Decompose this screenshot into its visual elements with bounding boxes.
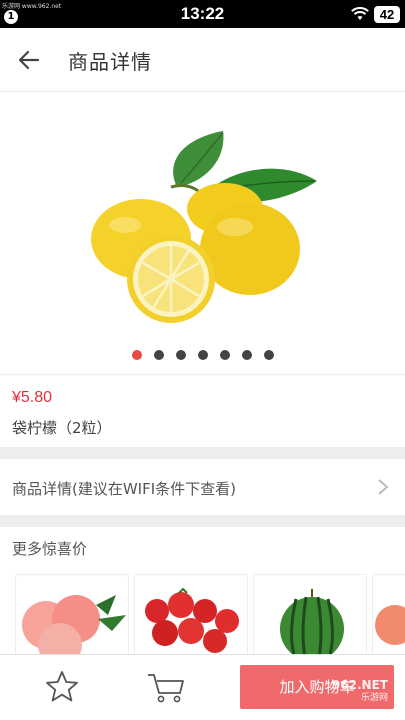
apple-image <box>375 605 405 645</box>
watermelon-image <box>280 589 344 654</box>
carousel-dot-5[interactable] <box>219 350 230 360</box>
recommendation-card-apple[interactable] <box>372 574 405 654</box>
product-gallery[interactable] <box>0 93 405 375</box>
recommendations-title: 更多惊喜价 <box>12 540 88 558</box>
product-price: ¥5.80 <box>12 389 53 406</box>
battery-indicator: 42 <box>374 6 400 23</box>
carousel-dot-4[interactable] <box>197 350 208 360</box>
bottom-action-bar: 加入购物车 962.NET 乐游网 <box>0 654 405 720</box>
app-header: 商品详情 <box>0 28 405 92</box>
product-detail-link[interactable]: 商品详情(建议在WIFI条件下查看) <box>0 459 405 515</box>
tomato-image <box>145 587 239 653</box>
status-time: 13:22 <box>180 4 225 23</box>
carousel-dot-7[interactable] <box>263 350 274 360</box>
carousel-dot-2[interactable] <box>153 350 164 360</box>
cart-icon[interactable] <box>146 669 186 705</box>
section-divider <box>0 447 405 459</box>
page-title: 商品详情 <box>68 50 152 74</box>
product-info: ¥5.80 袋柠檬（2粒） <box>0 375 405 447</box>
carousel-dot-6[interactable] <box>241 350 252 360</box>
star-icon[interactable] <box>44 669 80 705</box>
peach-image <box>22 595 126 654</box>
recommendations-list <box>15 574 405 654</box>
recommendation-card-watermelon[interactable] <box>253 574 367 654</box>
recommendation-card-peach[interactable] <box>15 574 129 654</box>
watermark-logo: 962.NET <box>331 678 388 692</box>
product-detail-label: 商品详情(建议在WIFI条件下查看) <box>12 480 237 498</box>
lemon-product-image <box>91 131 317 323</box>
wifi-icon <box>351 7 369 20</box>
watermark-text: 乐游网 <box>360 693 388 703</box>
product-name: 袋柠檬（2粒） <box>12 419 112 437</box>
recommendation-card-tomato[interactable] <box>134 574 248 654</box>
chevron-right-icon <box>378 479 389 495</box>
site-watermark: 962.NET 乐游网 <box>332 679 388 705</box>
carousel-dots <box>0 350 405 360</box>
section-divider <box>0 515 405 527</box>
add-to-cart-button[interactable]: 加入购物车 962.NET 乐游网 <box>240 665 394 709</box>
status-bar: 乐游网 www.962.net 1 13:22 42 <box>0 0 405 28</box>
arrow-left-icon[interactable] <box>14 46 44 74</box>
carousel-dot-1[interactable] <box>131 350 142 360</box>
carousel-dot-3[interactable] <box>175 350 186 360</box>
